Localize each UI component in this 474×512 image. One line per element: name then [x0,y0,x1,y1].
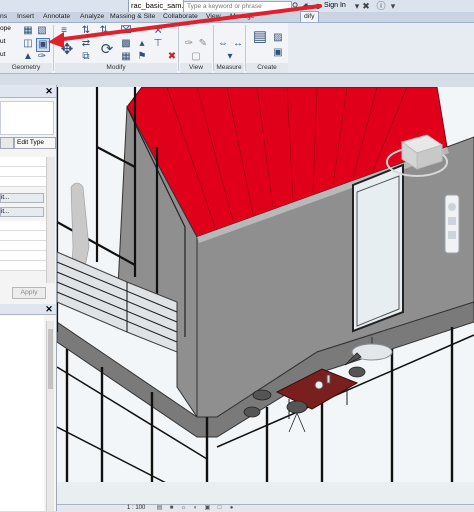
edit-type-button[interactable]: Edit Type [14,137,56,149]
building-model [55,86,474,505]
instance-filter-dropdown[interactable] [0,137,14,149]
type-selector[interactable] [0,101,54,135]
property-row[interactable] [0,221,46,231]
properties-palette: ✕ Edit Type it... it... Apply ✕ [0,85,57,511]
project-browser-header: ✕ [0,304,56,315]
property-row[interactable] [0,261,46,271]
side-window [352,163,404,333]
apply-button[interactable]: Apply [12,287,46,299]
annotation-arrow [48,4,322,48]
scrollbar-thumb[interactable] [48,329,53,389]
property-row[interactable] [0,177,46,187]
property-row[interactable] [0,231,46,241]
project-browser-scrollbar[interactable] [46,321,54,511]
properties-scrollbar[interactable] [46,157,55,283]
close-icon[interactable]: ✕ [44,85,54,97]
annotation-arrow-line [54,4,322,42]
project-browser-tree[interactable] [0,315,44,511]
property-row[interactable] [0,157,46,167]
annotation-arrow-head [48,32,64,48]
properties-header: ✕ [0,85,56,98]
3d-viewport[interactable] [55,86,474,505]
property-row[interactable] [0,241,46,251]
property-edit-button[interactable]: it... [0,207,44,217]
property-row[interactable] [0,251,46,261]
property-row[interactable] [0,167,46,177]
property-edit-button[interactable]: it... [0,193,44,203]
navigation-bar[interactable] [444,194,460,254]
close-icon[interactable]: ✕ [44,304,54,314]
